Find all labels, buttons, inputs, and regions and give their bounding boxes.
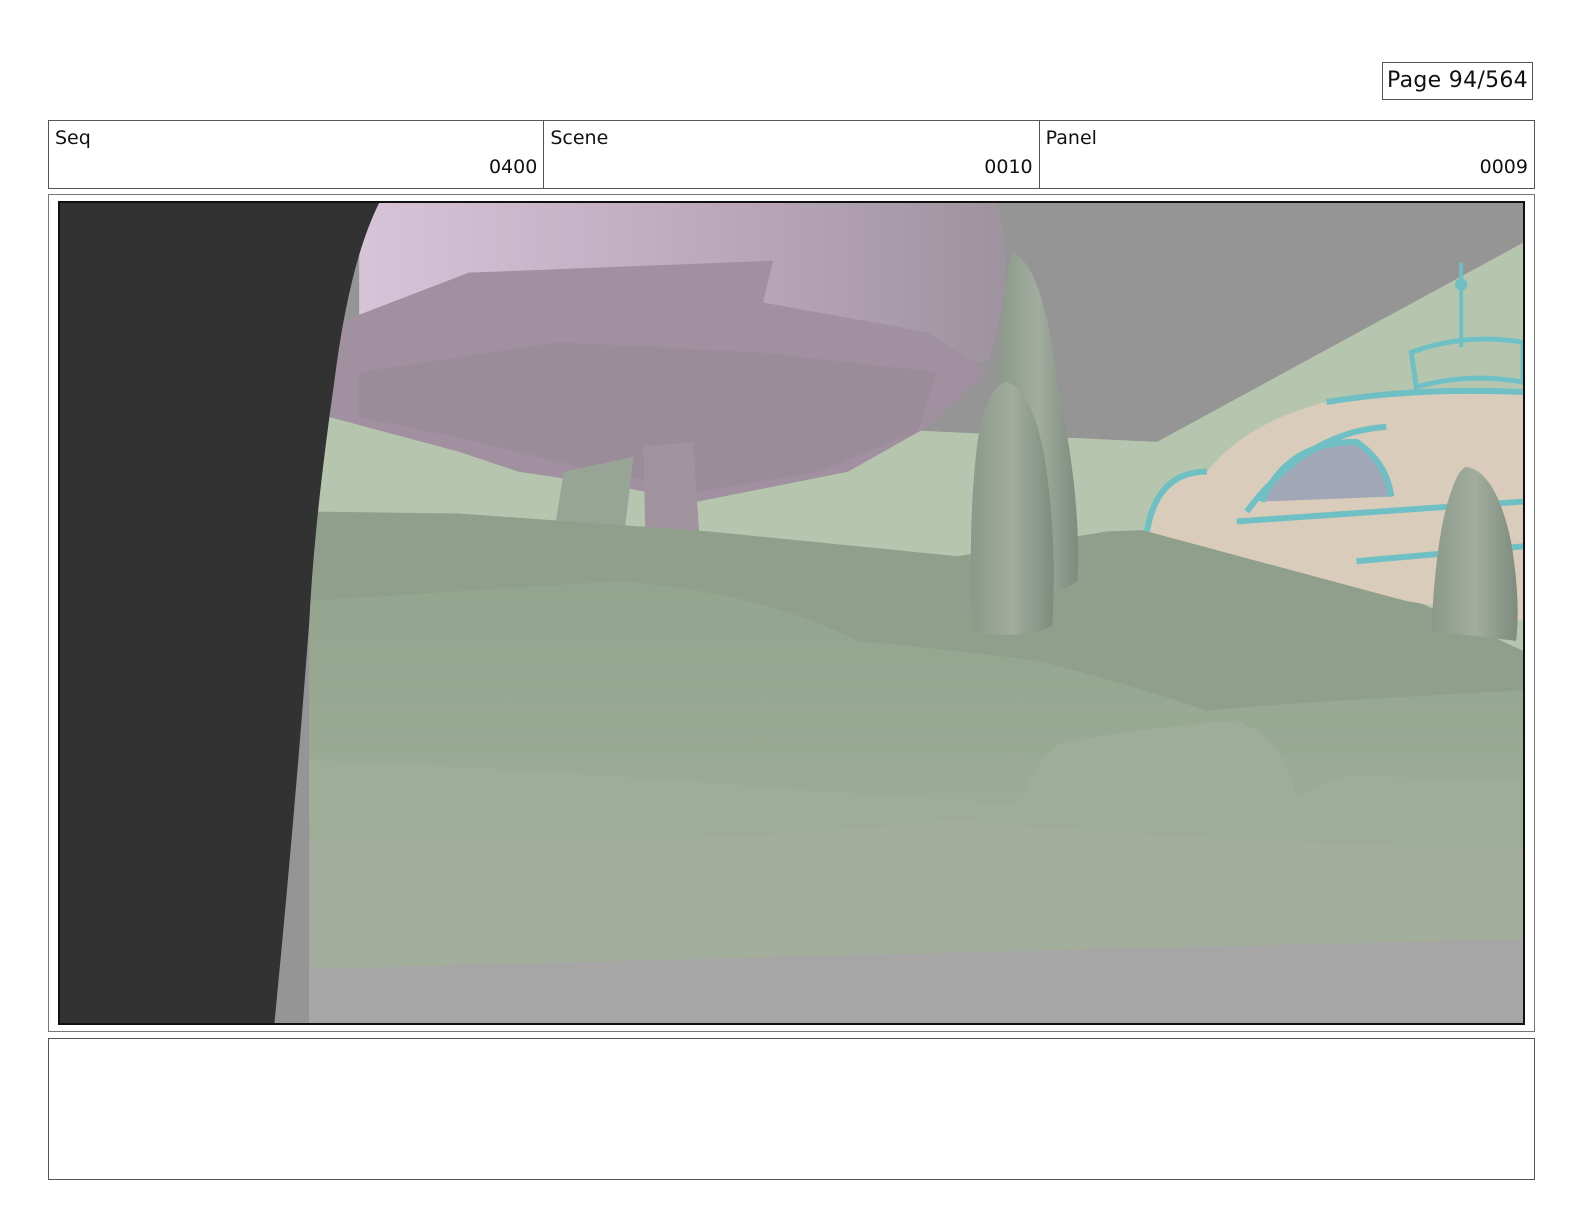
panel-cell: Panel 0009 [1040, 121, 1534, 188]
panel-label: Panel [1045, 127, 1097, 149]
seq-label: Seq [55, 127, 91, 149]
panel-header: Seq 0400 Scene 0010 Panel 0009 [48, 120, 1535, 189]
page-label: Page [1387, 68, 1442, 93]
seq-cell: Seq 0400 [49, 121, 545, 188]
storyboard-frame [58, 201, 1525, 1025]
scene-cell: Scene 0010 [544, 121, 1040, 188]
scene-value: 0010 [984, 156, 1033, 178]
notes-box [48, 1038, 1535, 1180]
page-number-box: Page 94/564 [1382, 62, 1533, 100]
storyboard-illustration [60, 203, 1523, 1023]
seq-value: 0400 [488, 156, 538, 178]
page-number: 94/564 [1448, 68, 1528, 93]
dome-spire-tip [1455, 278, 1468, 291]
panel-value: 0009 [1479, 156, 1528, 178]
scene-label: Scene [550, 127, 609, 149]
